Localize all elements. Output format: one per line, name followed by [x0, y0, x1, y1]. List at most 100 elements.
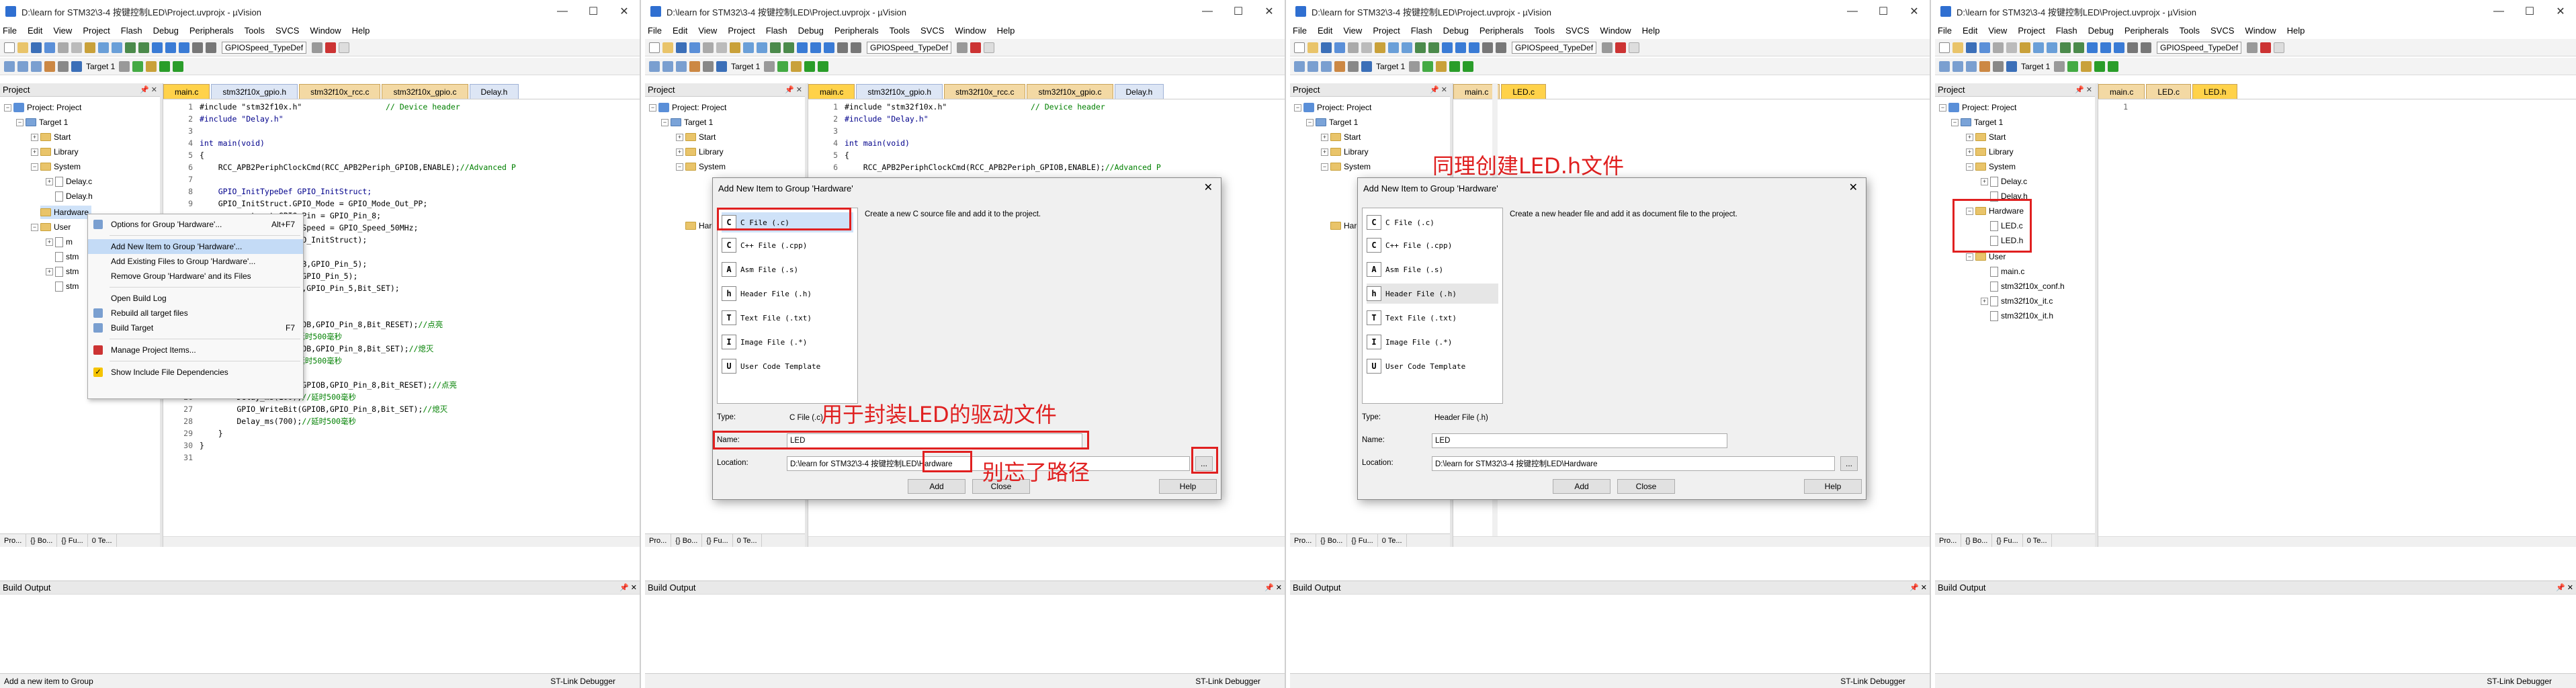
download-icon[interactable] — [71, 60, 82, 72]
collapse-icon[interactable]: − — [1951, 118, 1959, 126]
expand-icon[interactable]: + — [676, 148, 683, 156]
tree-project-root[interactable]: − Project: Project — [1939, 101, 2016, 114]
menu-flash[interactable]: Flash — [766, 26, 787, 36]
menu-file[interactable]: File — [3, 26, 17, 36]
bookmark-icon[interactable] — [1442, 42, 1453, 53]
target-options-icon[interactable] — [2054, 60, 2065, 72]
menu-view[interactable]: View — [698, 26, 717, 36]
editor-tab-delay-h[interactable]: Delay.h — [469, 84, 519, 99]
tree-file-delay-h[interactable]: Delay.h — [55, 189, 93, 203]
tab-functions[interactable]: {} Fu... — [702, 533, 733, 547]
indent-icon[interactable] — [1455, 42, 1466, 53]
open-folder-icon[interactable] — [17, 42, 28, 53]
menu-edit[interactable]: Edit — [1318, 26, 1332, 36]
code-editor[interactable]: 1 — [2098, 101, 2576, 535]
manage-project-icon[interactable] — [2067, 60, 2079, 72]
pin-close-icon[interactable]: 📌 ✕ — [2556, 583, 2573, 592]
tree-project-root[interactable]: − Project: Project — [649, 101, 726, 114]
browse-button[interactable]: ... — [1840, 456, 1858, 471]
tree-group-start[interactable]: + Start — [676, 130, 716, 144]
menu-help[interactable]: Help — [2287, 26, 2305, 36]
editor-tab-rcc-c[interactable]: stm32f10x_rcc.c — [944, 84, 1026, 99]
menu-peripherals[interactable]: Peripherals — [2124, 26, 2169, 36]
cut-icon[interactable] — [58, 42, 69, 53]
editor-tab-led-c[interactable]: LED.c — [2146, 84, 2192, 99]
editor-tab-delay-h[interactable]: Delay.h — [1114, 84, 1164, 99]
collapse-icon[interactable]: − — [1966, 163, 1973, 171]
tree-group-library[interactable]: + Library — [31, 145, 79, 159]
menu-item-options-group[interactable]: Options for Group 'Hardware'... Alt+F7 — [88, 217, 303, 232]
menu-help[interactable]: Help — [997, 26, 1015, 36]
close-button[interactable]: ✕ — [1254, 0, 1285, 23]
tree-project-root[interactable]: − Project: Project — [1294, 101, 1371, 114]
comment-icon[interactable] — [2127, 42, 2138, 53]
pack-installer-icon[interactable] — [1449, 60, 1461, 72]
undo-icon[interactable] — [2033, 42, 2044, 53]
nav-back-icon[interactable] — [125, 42, 136, 53]
editor-tab-gpio-h[interactable]: stm32f10x_gpio.h — [211, 84, 298, 99]
editor-tab-rcc-c[interactable]: stm32f10x_rcc.c — [299, 84, 381, 99]
bookmark-icon[interactable] — [797, 42, 808, 53]
menu-view[interactable]: View — [1343, 26, 1362, 36]
menu-edit[interactable]: Edit — [673, 26, 687, 36]
expand-icon[interactable]: + — [46, 177, 53, 185]
maximize-button[interactable]: ☐ — [578, 0, 609, 23]
new-file-icon[interactable] — [649, 42, 660, 53]
debug-stop-icon[interactable] — [970, 42, 982, 53]
expand-icon[interactable]: + — [31, 133, 38, 141]
expand-icon[interactable]: + — [46, 267, 53, 275]
pack-installer-icon[interactable] — [159, 60, 171, 72]
pin-close-icon[interactable]: 📌 ✕ — [785, 85, 802, 94]
debug-stop-icon[interactable] — [1615, 42, 1627, 53]
pin-close-icon[interactable]: 📌 ✕ — [140, 85, 157, 94]
copy-icon[interactable] — [2006, 42, 2017, 53]
collapse-icon[interactable]: − — [676, 163, 683, 171]
paste-icon[interactable] — [730, 42, 740, 53]
nav-forward-icon[interactable] — [138, 42, 149, 53]
file-type-text[interactable]: T Text File (.txt) — [722, 308, 812, 328]
file-type-header[interactable]: h Header File (.h) — [1367, 284, 1498, 304]
breakpoint-icon[interactable] — [984, 42, 995, 53]
tree-group-system[interactable]: − System — [1321, 160, 1371, 173]
menu-window[interactable]: Window — [955, 26, 986, 36]
rebuild-icon[interactable] — [1321, 60, 1332, 72]
pack-installer-icon[interactable] — [2094, 60, 2106, 72]
batch-build-icon[interactable] — [689, 60, 700, 72]
close-button[interactable]: ✕ — [2545, 0, 2576, 23]
new-file-icon[interactable] — [1294, 42, 1305, 53]
batch-build-icon[interactable] — [1334, 60, 1345, 72]
tree-file-it-h[interactable]: stm32f10x_it.h — [1990, 309, 2053, 322]
file-type-image[interactable]: I Image File (.*) — [722, 332, 807, 352]
stop-build-icon[interactable] — [1993, 60, 2004, 72]
collapse-icon[interactable]: − — [649, 103, 656, 112]
unindent-icon[interactable] — [1469, 42, 1479, 53]
build-icon[interactable] — [17, 60, 28, 72]
new-file-icon[interactable] — [4, 42, 15, 53]
editor-tab-gpio-h[interactable]: stm32f10x_gpio.h — [856, 84, 943, 99]
tab-templates[interactable]: 0 Te... — [733, 533, 762, 547]
menu-debug[interactable]: Debug — [153, 26, 179, 36]
rebuild-icon[interactable] — [676, 60, 687, 72]
nav-back-icon[interactable] — [770, 42, 781, 53]
download-icon[interactable] — [716, 60, 727, 72]
tab-templates[interactable]: 0 Te... — [2023, 533, 2052, 547]
close-button[interactable]: ✕ — [609, 0, 640, 23]
comment-icon[interactable] — [1482, 42, 1493, 53]
save-icon[interactable] — [31, 42, 42, 53]
select-packs-icon[interactable] — [173, 60, 184, 72]
find-icon[interactable] — [1602, 42, 1613, 53]
close-button[interactable]: ✕ — [1899, 0, 1930, 23]
download-icon[interactable] — [2006, 60, 2017, 72]
collapse-icon[interactable]: − — [1939, 103, 1946, 112]
menu-file[interactable]: File — [648, 26, 662, 36]
menu-help[interactable]: Help — [1642, 26, 1660, 36]
save-icon[interactable] — [1966, 42, 1977, 53]
target-select[interactable]: Target 1 — [731, 62, 760, 71]
menu-window[interactable]: Window — [310, 26, 341, 36]
manage-project-icon[interactable] — [132, 60, 144, 72]
editor-tab-main-c[interactable]: main.c — [163, 84, 210, 99]
unindent-icon[interactable] — [2114, 42, 2124, 53]
menu-flash[interactable]: Flash — [2056, 26, 2077, 36]
collapse-icon[interactable]: − — [1966, 253, 1973, 261]
expand-icon[interactable]: + — [1966, 148, 1973, 156]
